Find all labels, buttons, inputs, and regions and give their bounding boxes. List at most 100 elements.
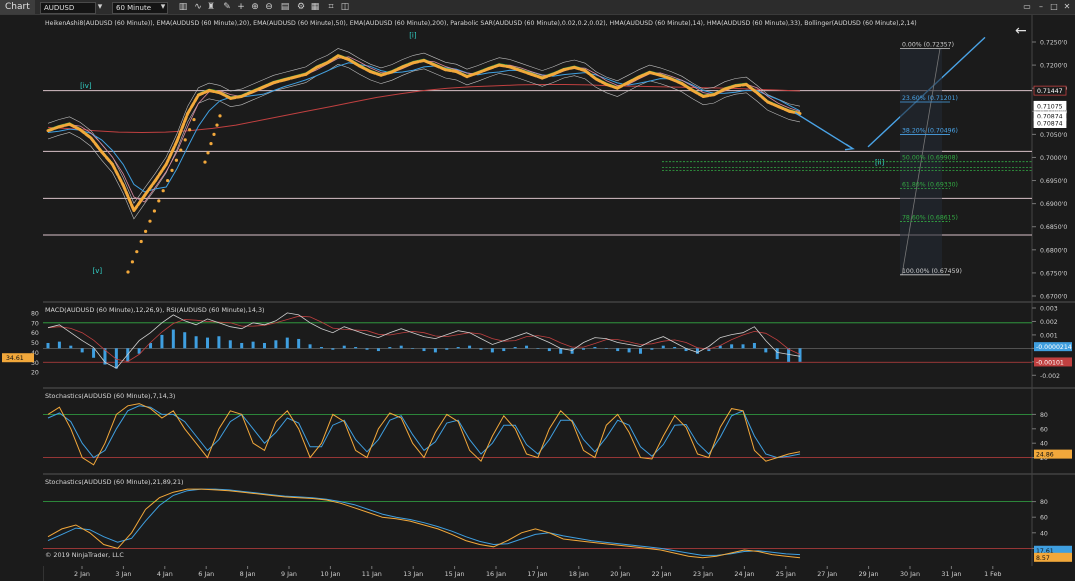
macd-histogram-bar <box>319 347 323 349</box>
macd-histogram-bar <box>183 332 187 349</box>
stoch-axis-label: 60 <box>1040 426 1048 433</box>
macd-histogram-bar <box>456 347 460 349</box>
macd-histogram-bar <box>194 336 198 349</box>
macd-histogram-bar <box>479 348 483 350</box>
x-tick-label: 3 Jan <box>115 570 131 578</box>
macd-histogram-bar <box>741 344 745 349</box>
chart-tab[interactable]: Chart <box>0 0 35 14</box>
macd-histogram-bar <box>80 348 84 353</box>
instrument-selector[interactable]: AUDUSD <box>40 2 96 14</box>
parabolic-sar-dot <box>203 160 207 164</box>
macd-histogram-bar <box>582 348 586 350</box>
bar-chart-icon[interactable]: ▥ <box>178 1 188 13</box>
ema20-segment <box>701 93 716 98</box>
y-tick-label: 0.6700'0 <box>1040 294 1067 301</box>
parabolic-sar-dot <box>166 178 170 183</box>
macd-histogram-bar <box>297 338 301 349</box>
chart-background <box>43 15 1032 566</box>
data-box-icon[interactable]: ▤ <box>280 1 290 13</box>
rsi-axis-label: 20 <box>31 370 39 377</box>
macd-histogram-bar <box>240 342 244 349</box>
macd-histogram-bar <box>354 347 358 349</box>
wave-label: [iv] <box>80 82 92 90</box>
macd-axis-label: 0.003 <box>1040 306 1058 313</box>
fib-level-label: 0.00% (0.72357) <box>902 42 954 49</box>
macd-axis-label: -0.002 <box>1040 373 1060 380</box>
rsi-axis-label: 50 <box>31 340 39 347</box>
x-tick-label: 31 Jan <box>941 570 961 578</box>
fib-level-label: 50.00% (0.69908) <box>902 155 958 162</box>
chart-area[interactable]: HeikenAshi8(AUDUSD (60 Minute)), EMA(AUD… <box>0 15 1075 581</box>
macd-histogram-bar <box>604 348 608 349</box>
macd-histogram-bar <box>46 342 50 349</box>
x-tick-label: 15 Jan <box>445 570 465 578</box>
parabolic-sar-dot <box>183 138 187 142</box>
macd-histogram-bar <box>468 345 472 349</box>
fib-level-label: 78.60% (0.68615) <box>902 214 958 221</box>
maximize-icon[interactable]: □ <box>1049 1 1059 12</box>
parabolic-sar-dot <box>126 270 130 274</box>
macd-histogram-bar <box>422 348 426 352</box>
macd-histogram-bar <box>787 348 791 362</box>
x-tick-label: 29 Jan <box>859 570 879 578</box>
minimize-icon[interactable]: – <box>1036 1 1046 12</box>
macd-histogram-bar <box>650 348 654 350</box>
stoch-value-label: 8.57 <box>1036 555 1050 562</box>
x-tick-label: 30 Jan <box>900 570 920 578</box>
zoom-in-icon[interactable]: ⊕ <box>250 1 260 13</box>
fib-level-label: 23.60% (0.71201) <box>902 95 958 102</box>
rsi-axis-label: 60 <box>31 330 39 337</box>
y-tick-label: 0.7050'0 <box>1040 132 1067 139</box>
settings-icon[interactable]: ⚙ <box>296 1 306 13</box>
x-tick-label: 25 Jan <box>776 570 796 578</box>
macd-histogram-bar <box>388 347 392 349</box>
macd-histogram-bar <box>331 348 335 350</box>
macd-histogram-bar <box>570 348 574 354</box>
macd-histogram-bar <box>217 336 221 349</box>
x-tick-label: 16 Jan <box>486 570 506 578</box>
back-arrow-icon[interactable]: ← <box>1015 23 1027 39</box>
x-tick-label: 17 Jan <box>527 570 547 578</box>
price-marker-label: 0.71075 <box>1037 103 1063 110</box>
macd-histogram-bar <box>673 347 677 349</box>
wave-label: [ii] <box>875 158 885 166</box>
strategy-icon[interactable]: ♜ <box>206 1 216 13</box>
parabolic-sar-dot <box>157 199 161 203</box>
x-tick-label: 4 Jan <box>157 570 173 578</box>
chevron-down-icon[interactable]: ▾ <box>95 1 105 13</box>
ema20-segment <box>734 82 748 88</box>
drawing-tools-icon[interactable]: ✎ <box>222 1 232 13</box>
macd-value-label: -0.00101 <box>1036 359 1064 366</box>
stoch-slow-panel-title: Stochastics(AUDUSD (60 Minute),21,89,21) <box>45 478 184 486</box>
crosshair-icon[interactable]: + <box>236 1 246 13</box>
y-tick-label: 0.7000'0 <box>1040 155 1067 162</box>
macd-histogram-bar <box>285 337 289 349</box>
stoch-axis-label: 40 <box>1040 441 1048 448</box>
close-icon[interactable]: ✕ <box>1062 1 1072 12</box>
zoom-out-icon[interactable]: ⊖ <box>264 1 274 13</box>
indicator-icon[interactable]: ∿ <box>193 1 203 13</box>
price-marker-label: 0.70874 <box>1037 121 1063 128</box>
link-icon[interactable]: ⌗ <box>326 1 336 13</box>
macd-histogram-bar <box>251 341 255 349</box>
macd-histogram-bar <box>57 341 61 349</box>
y-tick-label: 0.6950'0 <box>1040 178 1067 185</box>
x-tick-label: 18 Jan <box>569 570 589 578</box>
x-tick-label: 23 Jan <box>693 570 713 578</box>
wave-label: [i] <box>409 31 417 39</box>
chevron-down-icon[interactable]: ▾ <box>158 1 168 13</box>
y-tick-label: 0.6900'0 <box>1040 201 1067 208</box>
macd-histogram-bar <box>525 345 529 349</box>
macd-histogram-bar <box>798 348 802 362</box>
macd-histogram-bar <box>513 347 517 349</box>
macd-histogram-bar <box>342 345 346 349</box>
macd-histogram-bar <box>536 348 540 349</box>
macd-histogram-bar <box>730 344 734 349</box>
x-tick-label: 20 Jan <box>610 570 630 578</box>
parabolic-sar-dot <box>170 168 174 172</box>
macd-histogram-bar <box>593 347 597 349</box>
chart-trader-icon[interactable]: ▦ <box>310 1 320 13</box>
snapshot-icon[interactable]: ◫ <box>340 1 350 13</box>
macd-histogram-bar <box>764 348 768 353</box>
window-list-icon[interactable]: ▭ <box>1022 1 1032 12</box>
